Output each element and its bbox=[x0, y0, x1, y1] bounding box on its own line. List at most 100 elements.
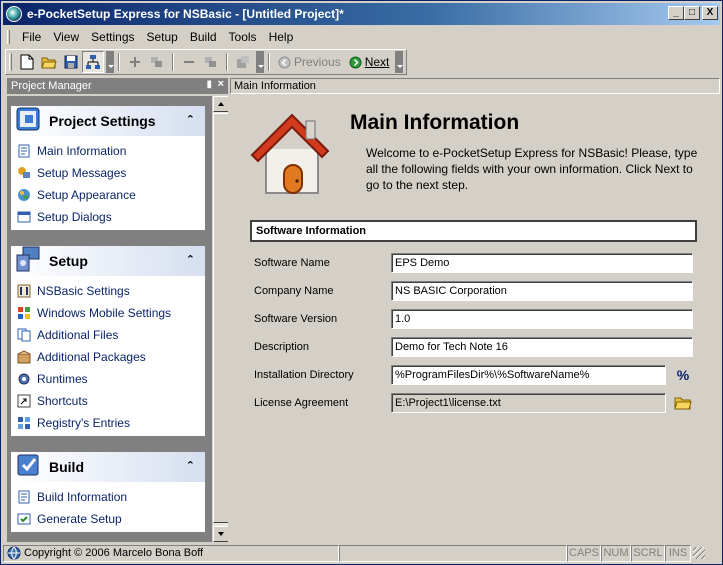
minimize-button[interactable]: _ bbox=[668, 6, 684, 20]
menu-setup[interactable]: Setup bbox=[141, 28, 184, 46]
license-agreement-input[interactable] bbox=[391, 393, 666, 413]
group-items: Build Information Generate Setup bbox=[11, 482, 205, 532]
scroll-thumb[interactable] bbox=[213, 113, 228, 523]
company-name-input[interactable] bbox=[391, 281, 693, 301]
scroll-down-button[interactable] bbox=[213, 526, 228, 542]
menu-tools[interactable]: Tools bbox=[223, 28, 263, 46]
menu-build[interactable]: Build bbox=[184, 28, 223, 46]
close-panel-icon[interactable]: × bbox=[218, 78, 224, 90]
new-file-icon bbox=[20, 54, 34, 70]
shortcut-icon bbox=[17, 394, 31, 408]
project-tree-button[interactable] bbox=[82, 51, 104, 73]
pin-icon[interactable]: ▮ bbox=[206, 79, 212, 90]
next-button[interactable]: Next bbox=[345, 51, 394, 73]
page-title: Main Information bbox=[350, 111, 520, 134]
nav-nsbasic-settings[interactable]: NSBasic Settings bbox=[17, 280, 205, 302]
nav-label: Registry's Entries bbox=[37, 416, 130, 430]
toolbar-overflow-chevron[interactable] bbox=[395, 51, 404, 73]
collapse-icon[interactable]: ⌃ bbox=[186, 459, 195, 472]
toolbar: Previous Next bbox=[5, 49, 408, 75]
nav-windows-mobile-settings[interactable]: Windows Mobile Settings bbox=[17, 302, 205, 324]
add-copy-button[interactable] bbox=[146, 51, 168, 73]
group-header-setup[interactable]: Setup ⌃ bbox=[11, 246, 205, 276]
dialog-icon bbox=[17, 211, 31, 223]
close-button[interactable]: X bbox=[702, 6, 718, 20]
add-item-button[interactable] bbox=[124, 51, 146, 73]
group-header-build[interactable]: Build ⌃ bbox=[11, 452, 205, 482]
save-project-button[interactable] bbox=[60, 51, 82, 73]
nav-main-information[interactable]: Main Information bbox=[17, 140, 205, 162]
previous-label: Previous bbox=[294, 55, 341, 69]
nav-additional-files[interactable]: Additional Files bbox=[17, 324, 205, 346]
nav-additional-packages[interactable]: Additional Packages bbox=[17, 346, 205, 368]
title-bar[interactable]: e-PocketSetup Express for NSBasic - [Unt… bbox=[3, 3, 720, 25]
group-label: Project Settings bbox=[49, 113, 156, 129]
group-items: Main Information Setup Messages Setup Ap… bbox=[11, 136, 205, 230]
minus-icon bbox=[184, 61, 194, 63]
nav-label: Main Information bbox=[37, 144, 127, 158]
toolbar-grip[interactable] bbox=[9, 53, 12, 71]
scroll-up-button[interactable] bbox=[213, 96, 228, 112]
software-name-label: Software Name bbox=[254, 257, 330, 269]
field-row: Installation Directory % bbox=[254, 365, 704, 385]
menu-view[interactable]: View bbox=[47, 28, 85, 46]
nav-runtimes[interactable]: Runtimes bbox=[17, 368, 205, 390]
nav-label: Additional Packages bbox=[37, 350, 146, 364]
resize-grip[interactable] bbox=[693, 547, 705, 559]
software-version-input[interactable] bbox=[391, 309, 693, 329]
files-icon bbox=[17, 328, 31, 342]
menu-file[interactable]: File bbox=[16, 28, 47, 46]
nav-shortcuts[interactable]: Shortcuts bbox=[17, 390, 205, 412]
packages-icon bbox=[17, 350, 31, 364]
collapse-icon[interactable]: ⌃ bbox=[186, 113, 195, 126]
nav-label: Additional Files bbox=[37, 328, 119, 342]
project-manager-panel: Project Manager ▮ × Project Settings ⌃ M… bbox=[7, 78, 228, 542]
field-row: Software Version bbox=[254, 309, 704, 329]
open-folder-icon bbox=[41, 57, 57, 69]
status-caps: CAPS bbox=[567, 544, 601, 562]
nav-registry-entries[interactable]: Registry's Entries bbox=[17, 412, 205, 434]
toolbar-overflow-chevron[interactable] bbox=[256, 51, 264, 73]
software-name-input[interactable] bbox=[391, 253, 693, 273]
toolbar-separator bbox=[226, 53, 228, 71]
menu-help[interactable]: Help bbox=[263, 28, 300, 46]
nav-setup-appearance[interactable]: Setup Appearance bbox=[17, 184, 205, 206]
properties-button[interactable] bbox=[232, 51, 254, 73]
installation-directory-label: Installation Directory bbox=[254, 369, 354, 381]
page-description: Welcome to e-PocketSetup Express for NSB… bbox=[366, 146, 698, 192]
description-label: Description bbox=[254, 341, 310, 353]
nav-label: Setup Dialogs bbox=[37, 210, 112, 224]
plus-icon bbox=[130, 57, 140, 67]
nav-build-information[interactable]: Build Information bbox=[17, 486, 205, 508]
previous-icon bbox=[278, 56, 291, 68]
maximize-button[interactable]: □ bbox=[684, 6, 700, 20]
nav-label: Windows Mobile Settings bbox=[37, 306, 172, 320]
description-input[interactable] bbox=[391, 337, 693, 357]
nav-generate-setup[interactable]: Generate Setup bbox=[17, 508, 205, 530]
browse-button[interactable] bbox=[673, 393, 693, 413]
previous-button[interactable]: Previous bbox=[274, 51, 345, 73]
new-project-button[interactable] bbox=[16, 51, 38, 73]
group-header-project-settings[interactable]: Project Settings ⌃ bbox=[11, 106, 205, 136]
menu-settings[interactable]: Settings bbox=[85, 28, 140, 46]
field-row: License Agreement bbox=[254, 393, 704, 413]
status-ins: INS bbox=[665, 544, 691, 562]
window-title: e-PocketSetup Express for NSBasic - [Unt… bbox=[27, 7, 344, 21]
build-icon bbox=[17, 454, 39, 476]
content-tab: Main Information bbox=[230, 78, 720, 94]
collapse-icon[interactable]: ⌃ bbox=[186, 253, 195, 266]
generate-icon bbox=[17, 513, 31, 525]
vertical-scrollbar[interactable] bbox=[212, 96, 228, 542]
nav-label: Generate Setup bbox=[37, 512, 122, 526]
project-manager-body: Project Settings ⌃ Main Information Setu… bbox=[7, 96, 228, 542]
nav-setup-messages[interactable]: Setup Messages bbox=[17, 162, 205, 184]
installation-directory-input[interactable] bbox=[391, 365, 666, 385]
nav-setup-dialogs[interactable]: Setup Dialogs bbox=[17, 206, 205, 228]
remove-copy-button[interactable] bbox=[200, 51, 222, 73]
open-project-button[interactable] bbox=[38, 51, 60, 73]
setup-icon bbox=[16, 246, 40, 272]
remove-item-button[interactable] bbox=[178, 51, 200, 73]
insert-variable-button[interactable]: % bbox=[673, 365, 693, 385]
toolbar-overflow-chevron[interactable] bbox=[106, 51, 114, 73]
menu-grip[interactable] bbox=[7, 30, 10, 44]
